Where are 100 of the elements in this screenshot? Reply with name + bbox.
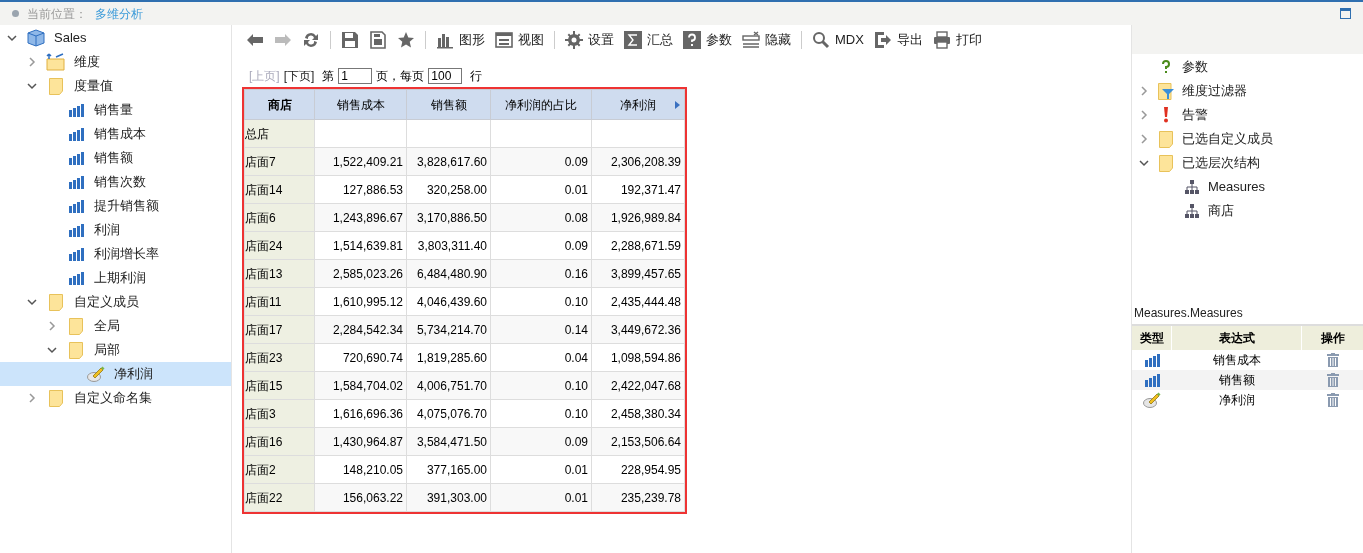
tree-item-label: 销售额 xyxy=(94,149,133,168)
column-header[interactable]: 销售成本 xyxy=(314,89,407,120)
tree-item-label[interactable]: 已选自定义成员 xyxy=(1182,129,1273,149)
chevron-right-icon[interactable] xyxy=(47,321,57,331)
per-page-input[interactable]: 100 xyxy=(428,68,463,84)
table-cell: 0.01 xyxy=(490,483,592,512)
column-header: 类型 xyxy=(1132,326,1172,350)
chevron-down-icon[interactable] xyxy=(7,33,17,43)
toolbar-button[interactable]: 汇总 xyxy=(620,28,677,52)
table-cell: 4,075,076.70 xyxy=(406,399,491,428)
column-header[interactable]: 商店 xyxy=(244,89,315,120)
table-cell: 0.14 xyxy=(490,315,592,344)
bar-chart-icon xyxy=(68,103,84,117)
question-mark-icon xyxy=(1161,60,1171,74)
chevron-right-icon[interactable] xyxy=(27,57,37,67)
chevron-down-icon[interactable] xyxy=(27,81,37,91)
tree-item-label: 全局 xyxy=(94,317,120,336)
rows-label: 行 xyxy=(470,68,483,85)
table-cell: 6,484,480.90 xyxy=(406,259,491,288)
table-cell: 0.09 xyxy=(490,231,592,260)
chevron-right-icon[interactable] xyxy=(1139,110,1149,120)
table-cell: 0.09 xyxy=(490,147,592,176)
trash-icon[interactable] xyxy=(1327,393,1339,407)
page-label: 第 xyxy=(322,68,335,85)
table-cell: 720,690.74 xyxy=(314,343,407,372)
column-header: 表达式 xyxy=(1172,326,1302,350)
tree-item[interactable]: 提升销售额 xyxy=(0,194,231,218)
table-cell: 1,514,639.81 xyxy=(314,231,407,260)
trash-icon[interactable] xyxy=(1327,373,1339,387)
chevron-down-icon[interactable] xyxy=(27,297,37,307)
toolbar-button[interactable]: 视图 xyxy=(491,28,548,52)
toolbar-button[interactable]: 参数 xyxy=(679,28,736,52)
tree-item[interactable]: 净利润 xyxy=(0,362,231,386)
pencil-on-disc-icon xyxy=(87,366,105,382)
tree-item[interactable]: 销售次数 xyxy=(0,170,231,194)
refresh-icon xyxy=(302,31,320,49)
tree-item-label[interactable]: 维度过滤器 xyxy=(1182,81,1247,101)
row-header: 店面3 xyxy=(244,399,315,428)
page-input[interactable]: 1 xyxy=(338,68,373,84)
table-cell: 0.10 xyxy=(490,287,592,316)
tree-item[interactable]: 利润增长率 xyxy=(0,242,231,266)
tree-item[interactable]: 自定义命名集 xyxy=(0,386,231,410)
tree-item-label[interactable]: 已选层次结构 xyxy=(1182,153,1260,173)
toolbar-button[interactable]: 导出 xyxy=(869,28,927,52)
tree-item-label: 局部 xyxy=(94,341,120,360)
folder-icon xyxy=(69,317,83,335)
toolbar-button[interactable]: 打印 xyxy=(928,28,986,52)
table-cell: 0.01 xyxy=(490,175,592,204)
bar-chart-icon xyxy=(68,199,84,213)
triangle-right-icon[interactable] xyxy=(675,101,680,109)
tree-item-label: 销售次数 xyxy=(94,173,146,192)
document-icon xyxy=(369,31,387,49)
tree-item-label: Sales xyxy=(54,29,87,48)
tree-item-label[interactable]: 商店 xyxy=(1208,201,1234,221)
table-cell: 1,610,995.12 xyxy=(314,287,407,316)
maximize-icon[interactable] xyxy=(1340,8,1351,19)
column-header[interactable]: 销售额 xyxy=(406,89,491,120)
tree-item[interactable]: Sales xyxy=(0,26,231,50)
chevron-down-icon[interactable] xyxy=(1139,158,1149,168)
tree-item[interactable]: 局部 xyxy=(0,338,231,362)
table-cell: 1,098,594.86 xyxy=(591,343,685,372)
toolbar-button[interactable]: MDX xyxy=(808,28,868,52)
tree-item-label[interactable]: 告警 xyxy=(1182,105,1208,125)
chevron-right-icon[interactable] xyxy=(27,393,37,403)
bar-chart-icon xyxy=(1144,373,1160,387)
toolbar-button[interactable]: 设置 xyxy=(561,28,618,52)
tree-item-label[interactable]: Measures xyxy=(1208,177,1266,197)
tree-item[interactable]: 销售成本 xyxy=(0,122,231,146)
table-cell: 1,926,989.84 xyxy=(591,203,685,232)
tree-item[interactable]: 度量值 xyxy=(0,74,231,98)
tree-item-label: 度量值 xyxy=(74,77,113,96)
chevron-right-icon[interactable] xyxy=(1139,86,1149,96)
arrow-right-icon xyxy=(274,31,292,49)
expression-cell-text: 净利润 xyxy=(1218,392,1256,409)
column-header[interactable]: 净利润 xyxy=(591,89,685,120)
column-header[interactable]: 净利润的占比 xyxy=(490,89,592,120)
chevron-down-icon[interactable] xyxy=(47,345,57,355)
toolbar-button[interactable]: 图形 xyxy=(432,28,489,52)
tree-item[interactable]: 销售额 xyxy=(0,146,231,170)
tree-item[interactable]: 利润 xyxy=(0,218,231,242)
table-cell: 2,306,208.39 xyxy=(591,147,685,176)
bullet-icon xyxy=(12,10,19,17)
row-header: 店面13 xyxy=(244,259,315,288)
tree-item-label: 提升销售额 xyxy=(94,197,159,216)
tree-item[interactable]: 维度 xyxy=(0,50,231,74)
tree-item[interactable]: 上期利润 xyxy=(0,266,231,290)
tree-item-label: 上期利润 xyxy=(94,269,146,288)
table-cell: 3,803,311.40 xyxy=(406,231,491,260)
table-cell: 3,899,457.65 xyxy=(591,259,685,288)
tree-item-label[interactable]: 参数 xyxy=(1182,57,1208,77)
table-cell: 156,063.22 xyxy=(314,483,407,512)
tree-item[interactable]: 自定义成员 xyxy=(0,290,231,314)
trash-icon[interactable] xyxy=(1327,353,1339,367)
tree-item[interactable]: 全局 xyxy=(0,314,231,338)
tree-item[interactable]: 销售量 xyxy=(0,98,231,122)
table-cell: 377,165.00 xyxy=(406,455,491,484)
chevron-right-icon[interactable] xyxy=(1139,134,1149,144)
next-page-link[interactable]: [下页] xyxy=(283,67,315,85)
table-cell: 0.09 xyxy=(490,427,592,456)
toolbar-button[interactable]: 隐藏 xyxy=(738,28,795,52)
